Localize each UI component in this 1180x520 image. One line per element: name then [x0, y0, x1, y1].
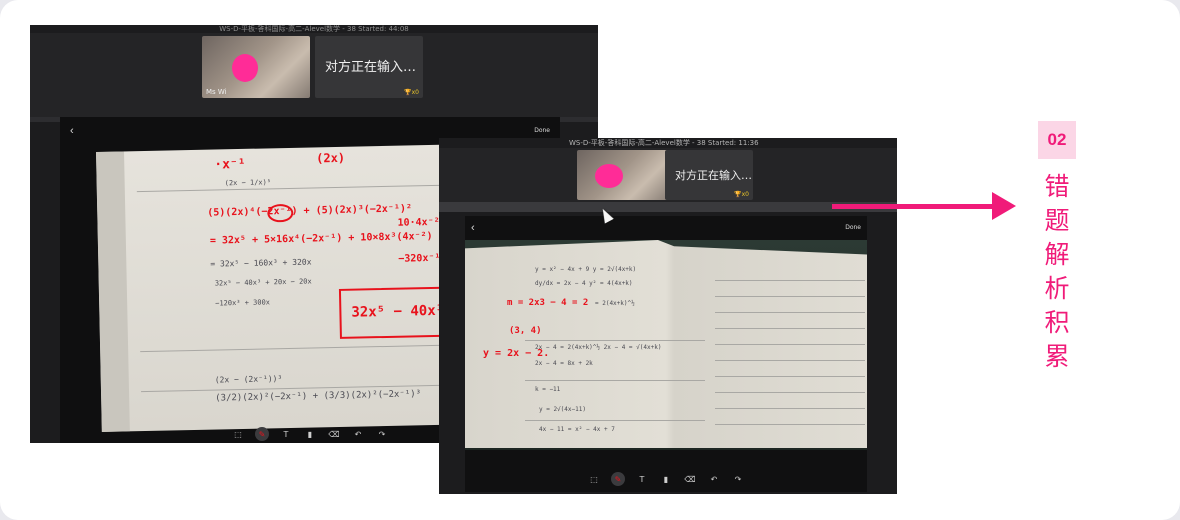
- section-label: 错 题 解 析 积 累: [1038, 170, 1076, 374]
- typing-tile[interactable]: 对方正在输入… 🏆x0: [665, 150, 753, 200]
- select-icon[interactable]: ⬚: [587, 472, 601, 486]
- circled-term: [267, 203, 294, 223]
- handwriting: 32x⁵ − 40x³ + 20x − 20x: [214, 277, 312, 288]
- done-button[interactable]: Done: [534, 127, 550, 134]
- trophy-count: x0: [411, 89, 419, 96]
- handwriting: (2x): [316, 150, 346, 166]
- clear-icon[interactable]: ⌫: [327, 427, 341, 441]
- handwriting: 2x − 4 = 8x + 2k: [535, 360, 593, 367]
- text-icon[interactable]: T: [279, 427, 293, 441]
- done-button[interactable]: Done: [845, 224, 861, 231]
- label-char: 累: [1044, 342, 1070, 371]
- handwriting: (5)(2x)⁴(−2x⁻¹) + (5)(2x)³(−2x⁻¹)²: [207, 203, 413, 219]
- redaction-blob: [595, 164, 623, 188]
- camera-tile[interactable]: Ms Wi: [202, 36, 310, 98]
- clear-icon[interactable]: ⌫: [683, 472, 697, 486]
- handwriting: m = 2x3 − 4 = 2: [507, 298, 589, 308]
- handwriting: −320x⁻¹: [398, 252, 441, 265]
- handwriting: (2x − (2x⁻¹))³: [214, 374, 283, 385]
- handwriting: = 32x⁵ − 160x³ + 320x: [210, 257, 312, 269]
- participant-strip: 对方正在输入… 🏆x0: [439, 148, 897, 202]
- annotation-toolbar: ⬚ ✎ T ▮ ⌫ ↶ ↷: [465, 470, 867, 488]
- typing-tile[interactable]: 对方正在输入… 🏆x0: [315, 36, 423, 98]
- handwriting: = 32x⁵ + 5×16x⁴(−2x⁻¹) + 10×8x³(4x⁻²): [209, 230, 433, 247]
- window-title: WS-D-平板-答科国际-高二-Alevel数学 - 38 Started: 1…: [569, 139, 759, 147]
- back-icon[interactable]: ‹: [70, 125, 74, 137]
- typing-status: 对方正在输入…: [675, 169, 752, 182]
- trophy-icon: 🏆x0: [734, 191, 749, 198]
- handwriting: (3/2)(2x)²(−2x⁻¹) + (3/3)(2x)²(−2x⁻¹)³: [215, 389, 422, 404]
- worksheet-photo: ·x⁻¹ (2x) (2x − 1/x)⁵ (5)(2x)⁴(−2x⁻¹) + …: [96, 144, 482, 432]
- handwriting: −120x³ + 300x: [215, 298, 271, 308]
- redo-icon[interactable]: ↷: [731, 472, 745, 486]
- label-char: 解: [1044, 240, 1070, 269]
- undo-icon[interactable]: ↶: [351, 427, 365, 441]
- window-title: WS-D-平板-答科国际-高二-Alevel数学 - 38 Started: 4…: [219, 25, 409, 33]
- camera-tile[interactable]: [577, 150, 671, 200]
- trophy-count: x0: [741, 191, 749, 198]
- handwriting: 4x − 11 = x² − 4x + 7: [539, 426, 615, 433]
- handwriting: = 2(4x+k)^½: [595, 300, 635, 307]
- label-char: 积: [1044, 308, 1070, 337]
- shared-image-viewer: ‹ Done y = x² − 4x + 9 y = 2√(4x+k) dy/d…: [465, 216, 867, 492]
- label-char: 题: [1044, 206, 1070, 235]
- select-icon[interactable]: ⬚: [231, 427, 245, 441]
- text-icon[interactable]: T: [635, 472, 649, 486]
- redaction-blob: [232, 54, 258, 82]
- handwriting: dy/dx = 2x − 4 y² = 4(4x+k): [535, 280, 633, 287]
- handwriting: (3, 4): [509, 326, 542, 336]
- label-char: 错: [1044, 172, 1070, 201]
- pen-icon[interactable]: ✎: [611, 472, 625, 486]
- handwriting: (2x − 1/x)⁵: [224, 178, 272, 188]
- participant-strip: Ms Wi 对方正在输入… 🏆x0: [30, 33, 598, 117]
- screenshot-second-session: WS-D-平板-答科国际-高二-Alevel数学 - 38 Started: 1…: [439, 138, 897, 494]
- pointer-arrow-line: [832, 204, 996, 209]
- label-char: 析: [1044, 274, 1070, 303]
- undo-icon[interactable]: ↶: [707, 472, 721, 486]
- typing-status: 对方正在输入…: [325, 60, 417, 75]
- eraser-icon[interactable]: ▮: [303, 427, 317, 441]
- notebook-photo: y = x² − 4x + 9 y = 2√(4x+k) dy/dx = 2x …: [465, 240, 867, 448]
- handwriting: y = x² − 4x + 9 y = 2√(4x+k): [535, 266, 637, 273]
- section-number-badge: 02: [1038, 121, 1076, 159]
- trophy-icon: 🏆x0: [404, 89, 419, 96]
- back-icon[interactable]: ‹: [471, 222, 475, 234]
- handwriting: ·x⁻¹: [214, 156, 246, 173]
- pen-icon[interactable]: ✎: [255, 427, 269, 441]
- handwriting: 2x − 4 = 2(4x+k)^½ 2x − 4 = √(4x+k): [535, 344, 662, 351]
- eraser-icon[interactable]: ▮: [659, 472, 673, 486]
- handwriting: k = −11: [535, 386, 561, 393]
- redo-icon[interactable]: ↷: [375, 427, 389, 441]
- participant-name: Ms Wi: [206, 88, 227, 96]
- handwriting: y = 2√(4x−11): [539, 406, 586, 413]
- divider: [439, 202, 897, 212]
- pointer-arrow-head: [992, 192, 1016, 220]
